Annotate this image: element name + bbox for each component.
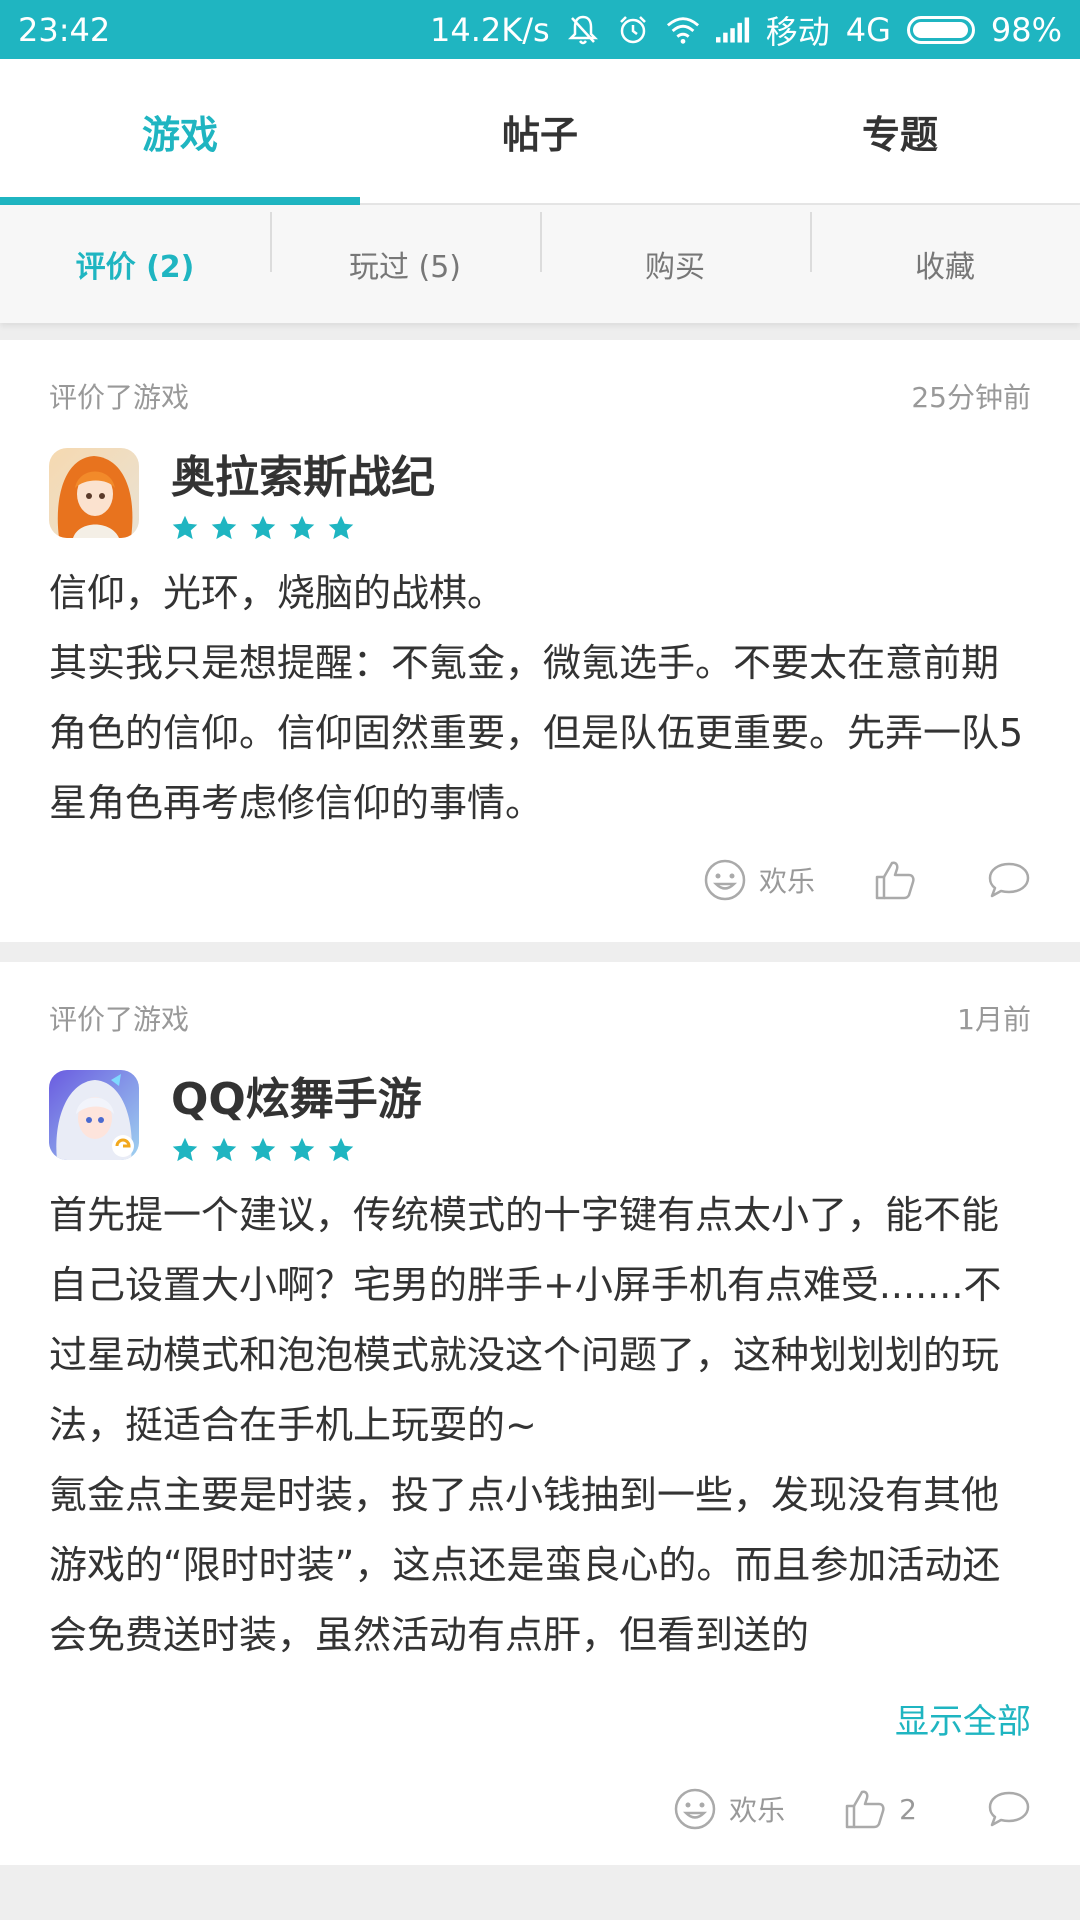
- star-icon: [172, 515, 198, 540]
- star-icon: [250, 1137, 276, 1162]
- comment-icon: [988, 862, 1030, 898]
- status-time: 23:42: [18, 10, 111, 49]
- tab-posts[interactable]: 帖子: [360, 59, 720, 203]
- alarm-icon: [616, 13, 650, 47]
- tab-games[interactable]: 游戏: [0, 59, 360, 205]
- game-name[interactable]: 奥拉索斯战纪: [171, 452, 435, 504]
- status-icons: 14.2K/s 移动 4G 98%: [430, 7, 1062, 53]
- review-card[interactable]: 评价了游戏 1月前 QQ炫舞手游 首先提一个建议，传统模式的十字键有点太小了，能…: [0, 962, 1080, 1865]
- like-button[interactable]: [873, 858, 917, 902]
- review-action-text: 评价了游戏: [49, 1003, 190, 1036]
- network-label: 4G: [845, 10, 891, 49]
- show-all-link[interactable]: 显示全部: [49, 1694, 1031, 1743]
- game-icon[interactable]: [49, 1070, 139, 1160]
- rating-stars: [171, 1136, 422, 1164]
- mood-label: 欢乐: [729, 1794, 786, 1827]
- thumbs-up-icon: [875, 861, 915, 900]
- game-icon[interactable]: [49, 448, 139, 538]
- star-icon: [250, 515, 276, 540]
- comment-button[interactable]: [987, 860, 1031, 900]
- sub-tab-played[interactable]: 玩过 (5): [270, 212, 540, 286]
- mute-bell-icon: [566, 13, 600, 47]
- smiley-icon: [704, 859, 746, 901]
- star-icon: [211, 1137, 237, 1162]
- mood-label: 欢乐: [758, 865, 815, 898]
- star-icon: [172, 1137, 198, 1162]
- star-icon: [328, 515, 354, 540]
- star-icon: [211, 515, 237, 540]
- star-icon: [328, 1137, 354, 1162]
- review-text: 信仰，光环，烧脑的战棋。 其实我只是想提醒：不氪金，微氪选手。不要太在意前期角色…: [49, 571, 1024, 825]
- comment-icon: [988, 1791, 1030, 1827]
- review-text: 首先提一个建议，传统模式的十字键有点太小了，能不能自己设置大小啊？宅男的胖手+小…: [49, 1193, 1002, 1657]
- review-card[interactable]: 评价了游戏 25分钟前 奥拉索斯战纪 信仰，光环，烧脑的战棋。 其实我只是想提醒…: [0, 340, 1080, 942]
- sub-tab-favorites[interactable]: 收藏: [810, 212, 1080, 286]
- carrier-label: 移动: [765, 12, 830, 51]
- thumbs-up-icon: [845, 1790, 885, 1829]
- wifi-icon: [666, 13, 700, 47]
- sub-tab-reviews[interactable]: 评价 (2): [0, 242, 270, 286]
- rating-stars: [171, 514, 435, 542]
- sub-tab-purchased[interactable]: 购买: [540, 212, 810, 286]
- battery-icon: [906, 15, 975, 44]
- mood-button[interactable]: 欢乐: [673, 1787, 785, 1831]
- like-count: 2: [899, 1792, 917, 1826]
- comment-button[interactable]: [987, 1789, 1031, 1829]
- top-tab-bar: 游戏 帖子 专题: [0, 59, 1080, 205]
- signal-icon: [715, 13, 750, 47]
- sub-tab-bar: 评价 (2) 玩过 (5) 购买 收藏: [0, 205, 1080, 323]
- review-time: 25分钟前: [911, 381, 1031, 414]
- smiley-icon: [674, 1788, 716, 1830]
- review-time: 1月前: [957, 1003, 1031, 1036]
- battery-level: 98%: [990, 10, 1062, 49]
- like-button[interactable]: 2: [843, 1787, 917, 1831]
- mood-button[interactable]: 欢乐: [703, 858, 815, 902]
- game-name[interactable]: QQ炫舞手游: [171, 1074, 422, 1126]
- net-speed: 14.2K/s: [430, 10, 550, 49]
- star-icon: [289, 1137, 315, 1162]
- tab-topics[interactable]: 专题: [720, 59, 1080, 203]
- star-icon: [289, 515, 315, 540]
- review-action-text: 评价了游戏: [49, 381, 190, 414]
- status-bar: 23:42 14.2K/s 移动 4G 98%: [0, 0, 1080, 59]
